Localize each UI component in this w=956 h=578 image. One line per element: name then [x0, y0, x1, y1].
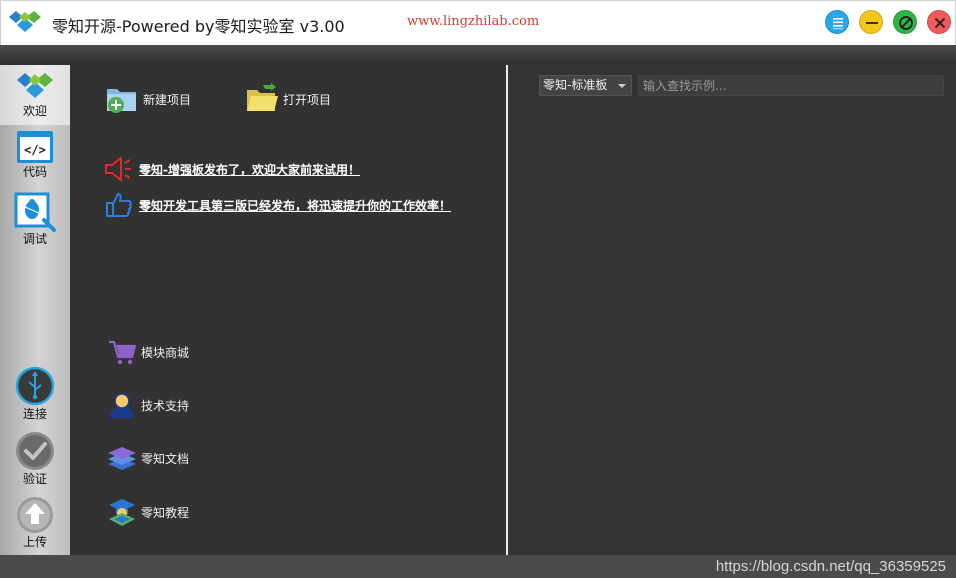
- minimize-button[interactable]: [859, 10, 883, 34]
- sidebar-item-connect[interactable]: 连接: [0, 365, 70, 427]
- title-bar: 零知开源-Powered by零知实验室 v3.00 www.lingzhila…: [0, 0, 956, 45]
- upload-icon: [17, 497, 53, 533]
- toolbar-strip: [0, 45, 956, 65]
- menu-icon: [833, 18, 843, 30]
- link-tech-support[interactable]: 技术支持: [107, 391, 189, 419]
- notice-item[interactable]: 零知开发工具第三版已经发布，将迅速提升你的工作效率！: [105, 191, 451, 219]
- link-label: 模块商城: [141, 345, 190, 360]
- examples-panel: 零知-标准板: [508, 65, 956, 555]
- notice-item[interactable]: 零知-增强板发布了，欢迎大家前来试用！: [103, 155, 360, 183]
- sidebar-item-verify[interactable]: 验证: [0, 430, 70, 492]
- new-project-button[interactable]: 新建项目: [105, 83, 191, 115]
- sidebar-item-label: 验证: [22, 472, 47, 486]
- link-label: 零知文档: [141, 451, 190, 466]
- check-icon: [16, 432, 54, 470]
- link-tutorials[interactable]: 零知教程: [107, 497, 189, 527]
- link-label: 技术支持: [141, 398, 190, 413]
- close-button[interactable]: [927, 10, 951, 34]
- app-logo-icon: [9, 11, 41, 32]
- thumbs-up-icon: [106, 193, 132, 217]
- open-project-label: 打开项目: [283, 92, 332, 107]
- menu-button[interactable]: [825, 10, 849, 34]
- sidebar-item-label: 代码: [22, 165, 47, 179]
- notice-link[interactable]: 零知-增强板发布了，欢迎大家前来试用！: [139, 161, 360, 178]
- megaphone-icon: [105, 155, 131, 183]
- welcome-logo-icon: [17, 73, 53, 98]
- docs-icon: [108, 447, 136, 470]
- debug-icon: [14, 192, 56, 232]
- notice-link[interactable]: 零知开发工具第三版已经发布，将迅速提升你的工作效率！: [139, 197, 451, 214]
- new-project-label: 新建项目: [143, 92, 192, 107]
- support-icon: [110, 393, 134, 418]
- sidebar-item-code[interactable]: </> 代码: [0, 129, 70, 189]
- welcome-panel: 新建项目 打开项目 零知-增强板发布了，欢迎大家前来试用！ 零知开发工具第三版已…: [70, 65, 506, 555]
- code-icon: </>: [17, 131, 53, 163]
- tutorial-icon: [109, 499, 135, 526]
- new-folder-icon: [107, 89, 136, 113]
- link-module-store[interactable]: 模块商城: [107, 338, 189, 366]
- svg-text:</>: </>: [24, 143, 46, 157]
- link-docs[interactable]: 零知文档: [107, 444, 189, 472]
- open-folder-icon: [247, 83, 278, 111]
- link-label: 零知教程: [141, 505, 190, 520]
- sidebar-item-welcome[interactable]: 欢迎: [0, 65, 70, 125]
- website-url[interactable]: www.lingzhilab.com: [407, 14, 539, 29]
- sidebar-item-upload[interactable]: 上传: [0, 495, 70, 555]
- close-icon: [934, 17, 946, 29]
- minimize-icon: [866, 22, 878, 24]
- chevron-down-icon: [618, 84, 626, 88]
- sidebar-item-label: 上传: [22, 535, 47, 549]
- cart-icon: [109, 340, 137, 365]
- status-bar: https://blog.csdn.net/qq_36359525: [0, 555, 956, 578]
- sidebar-item-label: 调试: [22, 232, 47, 246]
- maximize-icon: [899, 16, 913, 30]
- maximize-button[interactable]: [893, 10, 917, 34]
- board-select-value: 零知-标准板: [543, 78, 608, 92]
- sidebar-item-debug[interactable]: 调试: [0, 192, 70, 252]
- open-project-button[interactable]: 打开项目: [245, 83, 331, 115]
- sidebar-item-label: 欢迎: [22, 104, 47, 118]
- sidebar-item-label: 连接: [22, 407, 47, 421]
- sidebar: 欢迎 </> 代码 调试 连接 验证 上传: [0, 65, 70, 555]
- watermark-text: https://blog.csdn.net/qq_36359525: [715, 558, 946, 575]
- example-search-input[interactable]: [638, 75, 944, 96]
- usb-icon: [15, 366, 55, 406]
- window-title: 零知开源-Powered by零知实验室 v3.00: [52, 17, 345, 36]
- board-select[interactable]: 零知-标准板: [539, 75, 632, 96]
